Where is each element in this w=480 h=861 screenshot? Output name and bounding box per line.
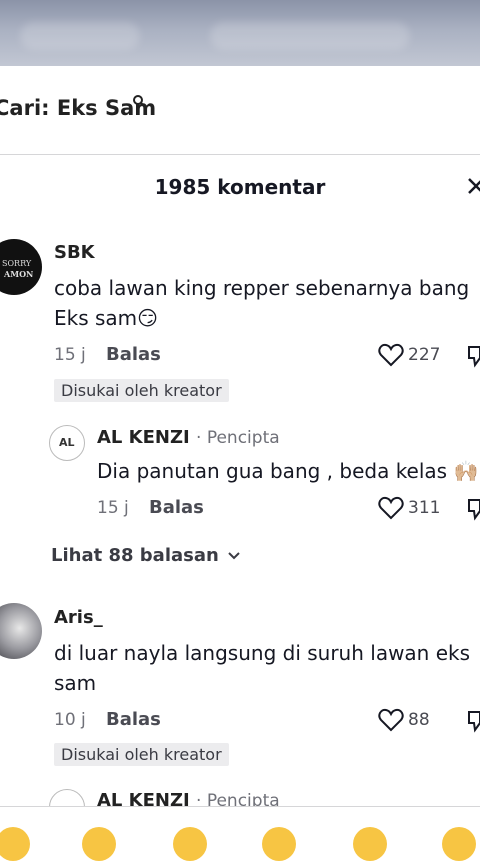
emoji-quick-bar [0,806,480,861]
like-count: 227 [408,345,441,365]
creator-liked-badge: Disukai oleh kreator [54,379,229,402]
smirk-emoji-icon[interactable] [353,827,387,861]
creator-role: · Pencipta [196,428,280,448]
like-button[interactable]: 88 [378,708,430,732]
search-bar[interactable]: Cari: Eks Sam [0,66,480,155]
avatar[interactable]: AL [49,425,85,461]
heart-icon [378,343,404,367]
comment-text: di luar nayla langsung di suruh lawan ek… [54,641,471,665]
dislike-icon[interactable] [466,344,480,368]
reply-button[interactable]: Balas [106,344,161,365]
like-button[interactable]: 311 [378,496,440,520]
comment-text: coba lawan king repper sebenarnya bang [54,276,470,300]
chevron-down-icon [228,552,240,560]
comment-username[interactable]: Aris_ [54,607,103,628]
dislike-icon[interactable] [466,497,480,521]
like-button[interactable]: 227 [378,343,440,367]
comment-username[interactable]: AL KENZI · Pencipta [97,427,280,448]
comments-header: 1985 komentar [0,155,480,225]
comment-text: Eks sam😏 [54,306,159,330]
grin-sweat-emoji-icon[interactable] [442,827,476,861]
close-icon[interactable] [466,176,480,196]
comment-time: 10 j [54,710,86,730]
dislike-icon[interactable] [466,709,480,733]
flushed-emoji-icon[interactable] [262,827,296,861]
joy-emoji-icon[interactable] [173,827,207,861]
view-replies-button[interactable]: Lihat 88 balasan [51,545,241,566]
like-count: 88 [408,710,430,730]
search-icon[interactable] [132,94,146,108]
like-count: 311 [408,498,441,518]
heart-icon [378,708,404,732]
heart-icon [378,496,404,520]
avatar[interactable] [0,603,42,659]
hearts-emoji-icon[interactable] [82,827,116,861]
avatar[interactable]: SORRY AMON [0,239,42,295]
comment-count-title: 1985 komentar [154,175,326,199]
reply-button[interactable]: Balas [149,497,204,518]
reply-button[interactable]: Balas [106,709,161,730]
comment-text: sam [54,671,97,695]
grin-emoji-icon[interactable] [0,827,30,861]
video-background [0,0,480,66]
comment-username[interactable]: SBK [54,242,95,263]
comment-text: Dia panutan gua bang , beda kelas 🙌🏼 [97,459,479,483]
creator-liked-badge: Disukai oleh kreator [54,743,229,766]
comment-time: 15 j [54,345,86,365]
comment-time: 15 j [97,498,129,518]
